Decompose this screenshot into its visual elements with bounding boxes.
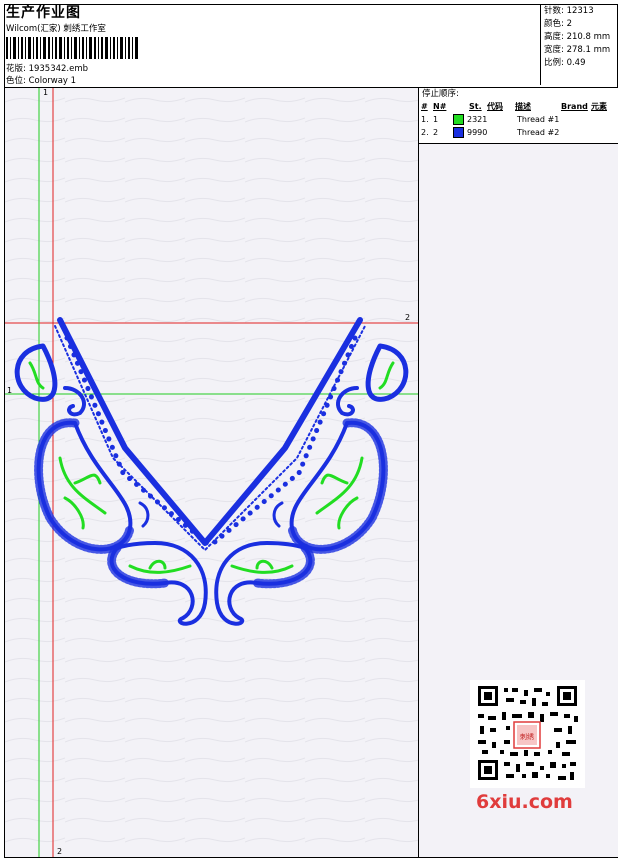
design-file: 花版: 1935342.emb [6,64,89,74]
row-code: 2321 [467,115,488,124]
col-desc: 描述 [515,102,531,111]
col-brand: Brand [561,102,588,111]
stitch-count: 针数: 12313 [544,6,594,16]
row-num: 2. [421,128,429,137]
design-canvas: 1 2 1 2 [5,88,418,857]
table-row: 1. 1 2321 Thread #1 [419,113,618,126]
row-desc: Thread #1 [517,115,560,124]
stop-sequence-header: 停止顺序: # N# St. 代码 描述 Brand 元素 1. 1 2321 … [419,88,618,144]
table-row: 2. 2 9990 Thread #2 [419,126,618,139]
table-header: # N# St. 代码 描述 Brand 元素 [419,101,618,113]
colorway: 色位: Colorway 1 [6,76,77,86]
qr-seal: 刺绣 [520,732,534,741]
col-element: 元素 [591,102,607,111]
col-st: St. [469,102,482,111]
color-swatch [453,127,464,138]
barcode [6,37,138,59]
guide-label-red-v: 2 [57,847,63,856]
color-swatch [453,114,464,125]
embroidery-design [5,88,418,857]
col-code: 代码 [487,102,503,111]
guide-label-green-h: 1 [7,386,13,395]
stop-sequence-title: 停止顺序: [422,89,459,99]
qr-code: 刺绣 [470,680,585,788]
stats-panel: 针数: 12313 颜色: 2 高度: 210.8 mm 宽度: 278.1 m… [540,5,616,85]
studio-name: Wilcom(汇家) 刺绣工作室 [6,24,106,34]
guide-label-red-h: 2 [405,313,411,322]
row-code: 9990 [467,128,488,137]
row-desc: Thread #2 [517,128,560,137]
design-width: 宽度: 278.1 mm [544,45,611,55]
row-needle: 1 [433,115,439,124]
row-num: 1. [421,115,429,124]
watermark-logo: 6xiu.com [476,791,573,813]
color-count: 颜色: 2 [544,19,572,29]
design-scale: 比例: 0.49 [544,58,586,68]
design-height: 高度: 210.8 mm [544,32,611,42]
col-needle: N# [433,102,447,111]
guide-label-green-v: 1 [43,88,49,97]
page-title: 生产作业图 [6,5,81,21]
header-left: 生产作业图 Wilcom(汇家) 刺绣工作室 花版: 1935342.emb 色… [6,5,536,87]
row-needle: 2 [433,128,439,137]
col-num: # [421,102,428,111]
